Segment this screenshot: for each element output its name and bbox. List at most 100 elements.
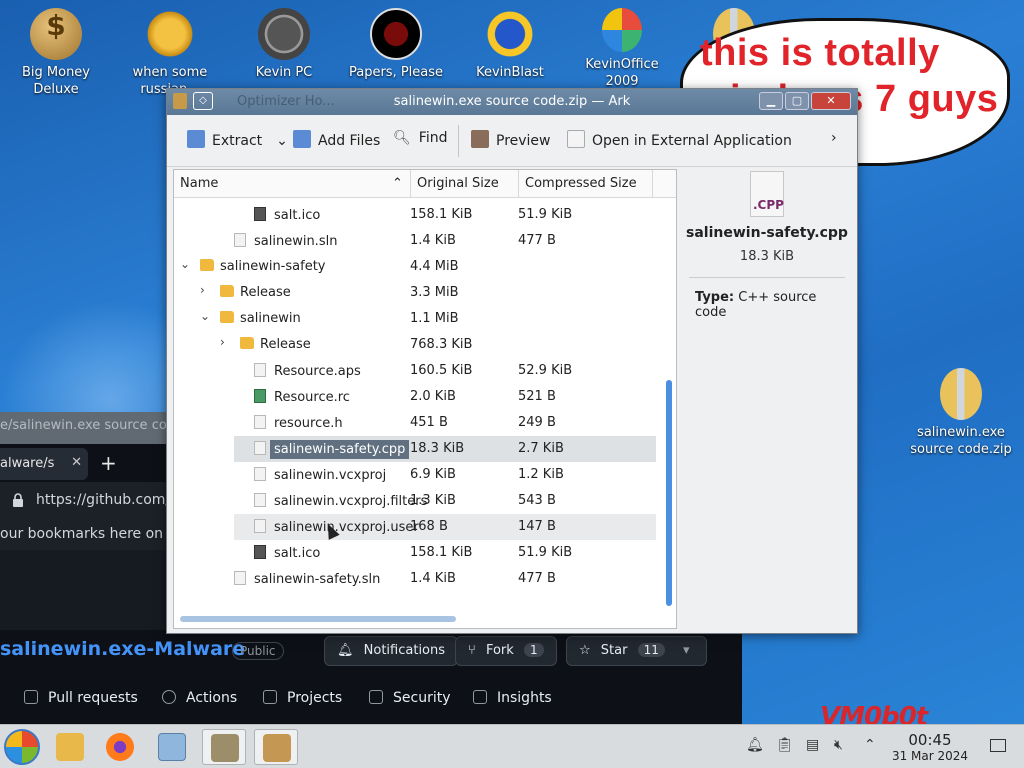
- taskbar: 🔔︎ 📋︎ ▤ 🔇︎ ⌃ 00:45 31 Mar 2024: [0, 724, 1024, 768]
- desktop-icon-russian[interactable]: when some russian...: [122, 2, 218, 98]
- table-row[interactable]: salinewin-safety.cpp 18.3 KiB 2.7 KiB: [234, 436, 656, 462]
- taskbar-file-manager[interactable]: [48, 729, 92, 765]
- col-compressed-size[interactable]: Compressed Size: [525, 176, 637, 191]
- vertical-scrollbar[interactable]: [666, 380, 672, 606]
- toolbar-overflow-chevron-icon[interactable]: ›: [831, 130, 837, 146]
- repo-name[interactable]: salinewin.exe-Malware: [0, 638, 245, 660]
- row-original-size: 451 B: [410, 415, 448, 430]
- minimize-icon[interactable]: ▁: [759, 92, 783, 110]
- taskbar-system-monitor[interactable]: [150, 729, 194, 765]
- desktop-icon-label: Kevin PC: [255, 65, 313, 80]
- clipboard-icon[interactable]: 📋︎: [776, 737, 794, 753]
- blast-icon: [484, 8, 536, 60]
- table-row[interactable]: salinewin.vcxproj.filters 1.3 KiB 543 B: [174, 488, 656, 514]
- gear-icon: [144, 8, 196, 60]
- row-compressed-size: 2.7 KiB: [518, 441, 564, 456]
- row-original-size: 1.4 KiB: [410, 571, 456, 586]
- desktop-icon-big-money[interactable]: Big Money Deluxe: [8, 2, 104, 98]
- nav-label: Projects: [287, 690, 343, 706]
- volume-muted-icon[interactable]: 🔇︎: [834, 737, 843, 753]
- close-icon[interactable]: ✕: [811, 92, 851, 110]
- desktop-icon-papers-please[interactable]: Papers, Please: [348, 2, 444, 81]
- chevron-down-icon[interactable]: ▾: [683, 643, 690, 658]
- row-name: Resource.rc: [254, 389, 350, 405]
- row-name-text: salt.ico: [274, 208, 321, 223]
- tray-expand-icon[interactable]: ⌃: [864, 737, 876, 753]
- table-row[interactable]: › Release 768.3 KiB: [174, 332, 656, 358]
- expand-down-icon[interactable]: ⌄: [180, 257, 190, 271]
- desktop-icon-kevinblast[interactable]: KevinBlast: [462, 2, 558, 81]
- nav-security[interactable]: Security: [369, 690, 451, 706]
- sort-ascending-icon[interactable]: ⌃: [392, 176, 403, 191]
- row-original-size: 2.0 KiB: [410, 389, 456, 404]
- nav-actions[interactable]: Actions: [162, 690, 237, 706]
- table-row[interactable]: salt.ico 158.1 KiB 51.9 KiB: [174, 540, 656, 566]
- graph-icon: [473, 690, 487, 704]
- extract-button[interactable]: Extract ⌄: [187, 130, 288, 149]
- file-icon: [254, 441, 266, 455]
- table-row[interactable]: resource.h 451 B 249 B: [174, 410, 656, 436]
- expand-down-icon[interactable]: ⌄: [200, 309, 210, 323]
- table-row[interactable]: salinewin.sln 1.4 KiB 477 B: [174, 228, 656, 254]
- notifications-bell-icon[interactable]: 🔔︎: [746, 737, 764, 753]
- pin-icon[interactable]: ◇: [193, 92, 213, 110]
- file-icon: [254, 467, 266, 481]
- show-desktop-icon[interactable]: [990, 739, 1006, 752]
- close-icon[interactable]: ✕: [71, 455, 82, 470]
- col-original-size[interactable]: Original Size: [417, 176, 499, 191]
- nav-projects[interactable]: Projects: [263, 690, 342, 706]
- taskbar-firefox[interactable]: [98, 729, 142, 765]
- notifications-button[interactable]: 🔔︎ Notifications: [324, 636, 459, 666]
- file-info-panel: .CPP salinewin-safety.cpp 18.3 KiB Type:…: [683, 169, 851, 629]
- open-external-button[interactable]: Open in External Application: [567, 130, 792, 149]
- column-divider[interactable]: [518, 170, 519, 198]
- table-row[interactable]: › Release 3.3 MiB: [174, 280, 656, 306]
- column-divider[interactable]: [652, 170, 653, 198]
- nav-pull-requests[interactable]: Pull requests: [24, 690, 138, 706]
- row-name: salinewin.vcxproj: [254, 467, 386, 483]
- table-row[interactable]: salinewin.vcxproj 6.9 KiB 1.2 KiB: [174, 462, 656, 488]
- col-name[interactable]: Name: [180, 176, 218, 191]
- horizontal-scrollbar[interactable]: [180, 616, 456, 622]
- new-tab-icon[interactable]: +: [100, 451, 117, 475]
- expand-right-icon[interactable]: ›: [200, 283, 205, 297]
- maximize-icon[interactable]: ▢: [785, 92, 809, 110]
- find-label: Find: [418, 130, 448, 146]
- table-row[interactable]: Resource.rc 2.0 KiB 521 B: [174, 384, 656, 410]
- ark-titlebar[interactable]: ◇ Optimizer Ho... salinewin.exe source c…: [167, 89, 857, 115]
- desktop-icon-kevin-pc[interactable]: Kevin PC: [236, 2, 332, 81]
- row-name: resource.h: [254, 415, 343, 431]
- nav-insights[interactable]: Insights: [473, 690, 552, 706]
- expand-right-icon[interactable]: ›: [220, 335, 225, 349]
- taskbar-gimp[interactable]: [202, 729, 246, 765]
- table-row[interactable]: salinewin-safety.sln 1.4 KiB 477 B: [174, 566, 656, 592]
- clock[interactable]: 00:45 31 Mar 2024: [888, 731, 972, 763]
- desktop-icon-kevinoffice[interactable]: KevinOffice 2009: [574, 2, 670, 90]
- table-row[interactable]: Resource.aps 160.5 KiB 52.9 KiB: [174, 358, 656, 384]
- storage-icon[interactable]: ▤: [806, 737, 819, 753]
- star-button[interactable]: ☆ Star 11 ▾: [566, 636, 707, 666]
- extract-icon: [187, 130, 205, 148]
- desktop-icon-zip-file[interactable]: salinewin.exe source code.zip: [906, 362, 1016, 458]
- add-files-button[interactable]: Add Files: [293, 130, 380, 149]
- table-row[interactable]: salinewin.vcxproj.user 168 B 147 B: [234, 514, 656, 540]
- ico-file-icon: [254, 545, 266, 559]
- find-button[interactable]: 🔍︎ Find: [393, 130, 447, 146]
- open-external-icon: [567, 130, 585, 148]
- table-row[interactable]: ⌄ salinewin 1.1 MiB: [174, 306, 656, 332]
- table-row[interactable]: salt.ico 158.1 KiB 51.9 KiB: [174, 202, 656, 228]
- row-compressed-size: 521 B: [518, 389, 556, 404]
- table-row[interactable]: ⌄ salinewin-safety 4.4 MiB: [174, 254, 656, 280]
- table-icon: [263, 690, 277, 704]
- archive-tree-view[interactable]: Name ⌃ Original Size Compressed Size sal…: [173, 169, 677, 629]
- taskbar-ark[interactable]: [254, 729, 298, 765]
- firefox-icon: [106, 733, 134, 761]
- chevron-down-icon[interactable]: ⌄: [276, 133, 288, 149]
- preview-button[interactable]: Preview: [471, 130, 551, 149]
- browser-tab[interactable]: alware/s ✕: [0, 448, 88, 480]
- row-name-text: salinewin.vcxproj.user: [274, 520, 419, 535]
- row-original-size: 18.3 KiB: [410, 441, 465, 456]
- column-divider[interactable]: [410, 170, 411, 198]
- fork-button[interactable]: ⑂ Fork 1: [455, 636, 557, 666]
- start-button[interactable]: [4, 729, 40, 765]
